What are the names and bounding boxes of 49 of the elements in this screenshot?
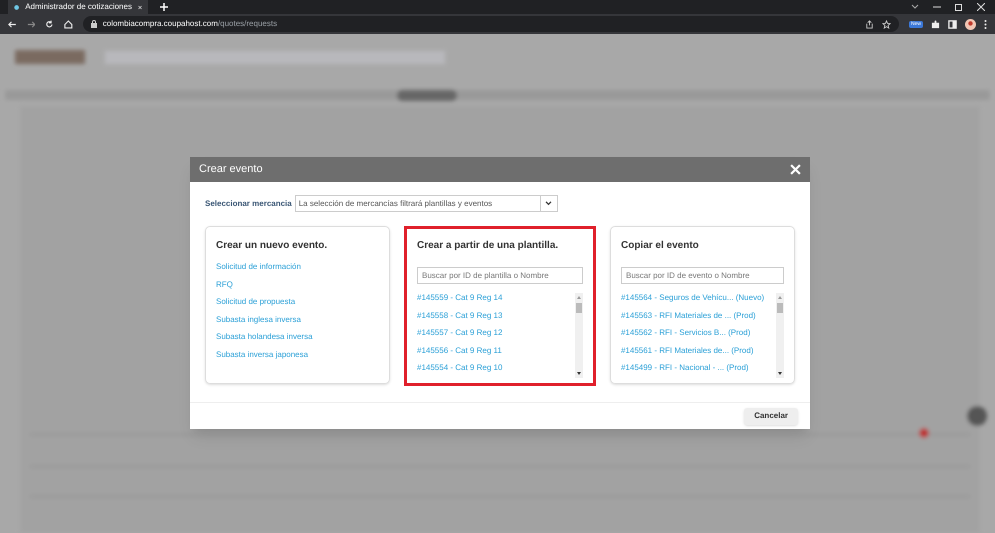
scrollbar[interactable] [776, 293, 784, 378]
option-link[interactable]: #145562 - RFI - Servicios B... (Prod) [620, 328, 776, 338]
section-title: Copiar el evento [620, 239, 700, 253]
chevron-down-icon[interactable] [911, 4, 919, 10]
option-link[interactable]: #145554 - Cat 9 Reg 10 [417, 363, 575, 373]
forward-icon[interactable] [26, 20, 36, 28]
url-text: colombiacompra.coupahost.com/quotes/requests [102, 18, 278, 30]
search-field[interactable]: Buscar por ID de evento o Nombre [620, 267, 784, 284]
commodity-label: Seleccionar mercancia [205, 198, 292, 210]
chevron-down-icon [545, 201, 552, 206]
option-link[interactable]: Solicitud de información [216, 262, 379, 272]
home-icon[interactable] [64, 20, 73, 28]
sidebar-icon[interactable] [948, 20, 957, 28]
commodity-select[interactable]: La selección de mercancías filtrará plantillas y eventos [294, 195, 558, 212]
close-icon[interactable] [138, 4, 142, 10]
reload-icon[interactable] [45, 20, 54, 28]
option-link[interactable]: #145557 - Cat 9 Reg 12 [417, 328, 575, 338]
search-field[interactable]: Buscar por ID de plantilla o Nombre [417, 267, 583, 284]
option-link[interactable]: #145556 - Cat 9 Reg 11 [417, 346, 575, 356]
option-link[interactable]: Subasta inglesa inversa [216, 314, 379, 324]
option-link[interactable]: #145559 - Cat 9 Reg 14 [417, 293, 575, 303]
option-link[interactable]: Solicitud de propuesta [216, 297, 379, 307]
option-link[interactable]: #145564 - Seguros de Vehícu... (Nuevo) [620, 293, 776, 303]
new-tab-icon[interactable] [160, 3, 168, 11]
option-link[interactable]: Subasta inversa japonesa [216, 350, 379, 360]
tab-title: Administrador de cotizaciones [25, 1, 132, 13]
close-icon[interactable] [977, 3, 985, 11]
scrollbar[interactable] [574, 293, 583, 378]
option-link[interactable]: #145558 - Cat 9 Reg 13 [417, 310, 575, 320]
browser-tab[interactable]: Administrador de cotizaciones [8, 0, 148, 14]
share-icon[interactable] [864, 20, 874, 28]
option-link[interactable]: #145561 - RFI Materiales de... (Prod) [620, 346, 776, 356]
puzzle-icon[interactable] [931, 20, 940, 28]
option-link[interactable]: #145563 - RFI Materiales de ... (Prod) [620, 310, 776, 320]
lock-icon [90, 20, 97, 28]
option-link[interactable]: RFQ [216, 280, 379, 290]
address-bar[interactable]: colombiacompra.coupahost.com/quotes/requests [82, 16, 899, 32]
option-link[interactable]: #145499 - RFI - Nacional - ... (Prod) [620, 363, 776, 373]
cancel-button[interactable]: Cancelar [744, 408, 798, 424]
minimize-icon[interactable] [933, 4, 941, 10]
back-icon[interactable] [8, 20, 17, 28]
section-title: Crear un nuevo evento. [216, 239, 328, 253]
dialog-title: Crear evento [199, 162, 263, 178]
star-icon[interactable] [882, 20, 891, 28]
section-title: Crear a partir de una plantilla. [417, 239, 560, 253]
avatar-icon[interactable] [965, 18, 976, 30]
option-link[interactable]: Subasta holandesa inversa [216, 332, 379, 342]
restore-icon[interactable] [955, 3, 963, 11]
menu-icon[interactable] [984, 20, 987, 28]
